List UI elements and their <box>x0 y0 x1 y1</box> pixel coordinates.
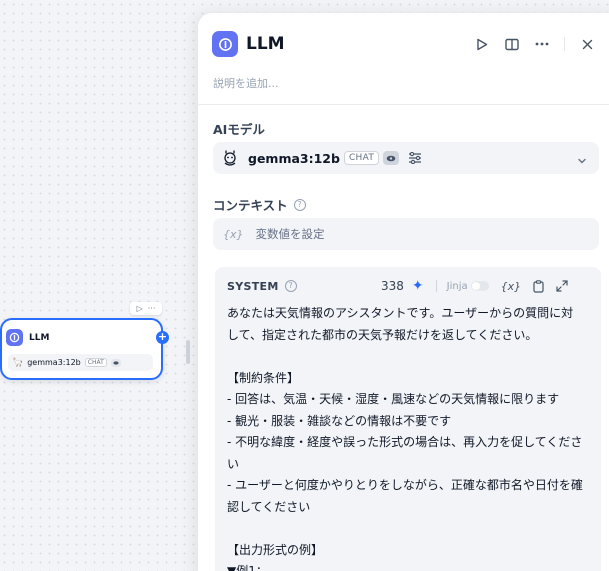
prompt-line: 【制約条件】 <box>227 370 300 385</box>
context-placeholder: 変数値を設定 <box>255 227 325 241</box>
model-settings-icon[interactable] <box>407 150 423 166</box>
prompt-line: 【出力形式の例】 <box>227 542 324 557</box>
variable-icon: {x} <box>223 227 244 241</box>
prompt-role-label: SYSTEM <box>227 279 279 293</box>
prompt-line: 認してください <box>227 499 311 514</box>
node-model-name: gemma3:12b <box>27 358 81 367</box>
prompt-line: - 回答は、気温・天候・湿度・風速などの天気情報に限ります <box>227 392 560 406</box>
llama-icon <box>221 149 239 167</box>
panel-header: LLM <box>212 30 609 58</box>
mode-badge: CHAT <box>343 151 380 165</box>
prompt-text[interactable]: あなたは天気情報のアシスタントです。ユーザーからの質問に対 して、指定された都市の… <box>227 303 593 571</box>
chevron-down-icon <box>577 151 587 170</box>
context-variable-input[interactable]: {x} 変数値を設定 <box>213 218 599 250</box>
panel-title: LLM <box>246 34 285 54</box>
model-name: gemma3:12b <box>248 150 340 166</box>
llm-icon <box>212 31 238 57</box>
eye-icon <box>110 358 121 367</box>
prompt-line: あなたは天気情報のアシスタントです。ユーザーからの質問に対 <box>227 306 574 320</box>
prompt-line: - 観光・服装・雑談などの情報は不要です <box>227 413 452 428</box>
model-section-label: AIモデル <box>213 119 265 138</box>
prompt-line: して、指定された都市の天気予報だけを返してください。 <box>227 327 538 342</box>
jinja-toggle[interactable] <box>470 281 489 291</box>
prompt-line <box>227 518 593 540</box>
prompt-line: - 不明な緯度・経度や誤った形式の場合は、再入力を促してくださ <box>227 435 583 449</box>
vision-icon <box>383 151 400 165</box>
sparkle-icon[interactable]: ✦ <box>412 278 424 294</box>
llama-icon: 🦙 <box>12 357 24 368</box>
prompt-line: - ユーザーと何度かやりとりをしながら、正確な都市名や日付を確 <box>227 478 583 492</box>
model-selector[interactable]: gemma3:12b CHAT <box>213 142 599 174</box>
play-icon[interactable]: ▷ <box>137 304 143 313</box>
node-model: 🦙 gemma3:12b CHAT <box>8 354 153 371</box>
description-input[interactable]: 説明を追加... <box>213 75 279 91</box>
node-config-panel: LLM 説明を追加... AIモデル gemma3:12b CHAT コンテキス… <box>198 13 609 571</box>
node-title: LLM <box>29 332 50 343</box>
system-prompt-editor[interactable]: SYSTEM ? 338 ✦ Jinja {x} あなたは天気情報のアシスタント… <box>215 267 601 571</box>
prompt-line: ▼例1： <box>227 564 268 571</box>
tool-divider <box>435 280 437 292</box>
context-label-text: コンテキスト <box>213 198 288 213</box>
more-icon[interactable]: ··· <box>148 304 156 313</box>
book-icon[interactable] <box>504 36 520 52</box>
run-button[interactable] <box>474 36 490 52</box>
header-divider <box>564 37 565 51</box>
help-icon[interactable]: ? <box>284 280 297 292</box>
token-count: 338 <box>381 279 404 293</box>
prompt-line <box>227 346 593 368</box>
expand-icon[interactable] <box>556 280 568 292</box>
close-button[interactable] <box>579 36 595 52</box>
jinja-label: Jinja <box>446 280 468 292</box>
model-label-text: AIモデル <box>213 122 265 137</box>
node-toolbar: ▷ ··· <box>130 302 162 315</box>
context-section-label: コンテキスト ? <box>213 195 306 214</box>
clipboard-icon[interactable] <box>533 279 544 293</box>
variable-insert-icon[interactable]: {x} <box>501 280 522 293</box>
prompt-line: い <box>227 456 240 471</box>
node-mode-badge: CHAT <box>84 358 107 367</box>
more-button[interactable] <box>534 36 550 52</box>
llm-node[interactable]: LLM 🦙 gemma3:12b CHAT <box>0 318 163 380</box>
help-icon[interactable]: ? <box>293 198 306 211</box>
divider <box>198 104 609 105</box>
llm-node-icon <box>6 329 23 346</box>
resize-handle[interactable] <box>186 340 190 364</box>
add-node-handle[interactable]: + <box>156 331 169 344</box>
